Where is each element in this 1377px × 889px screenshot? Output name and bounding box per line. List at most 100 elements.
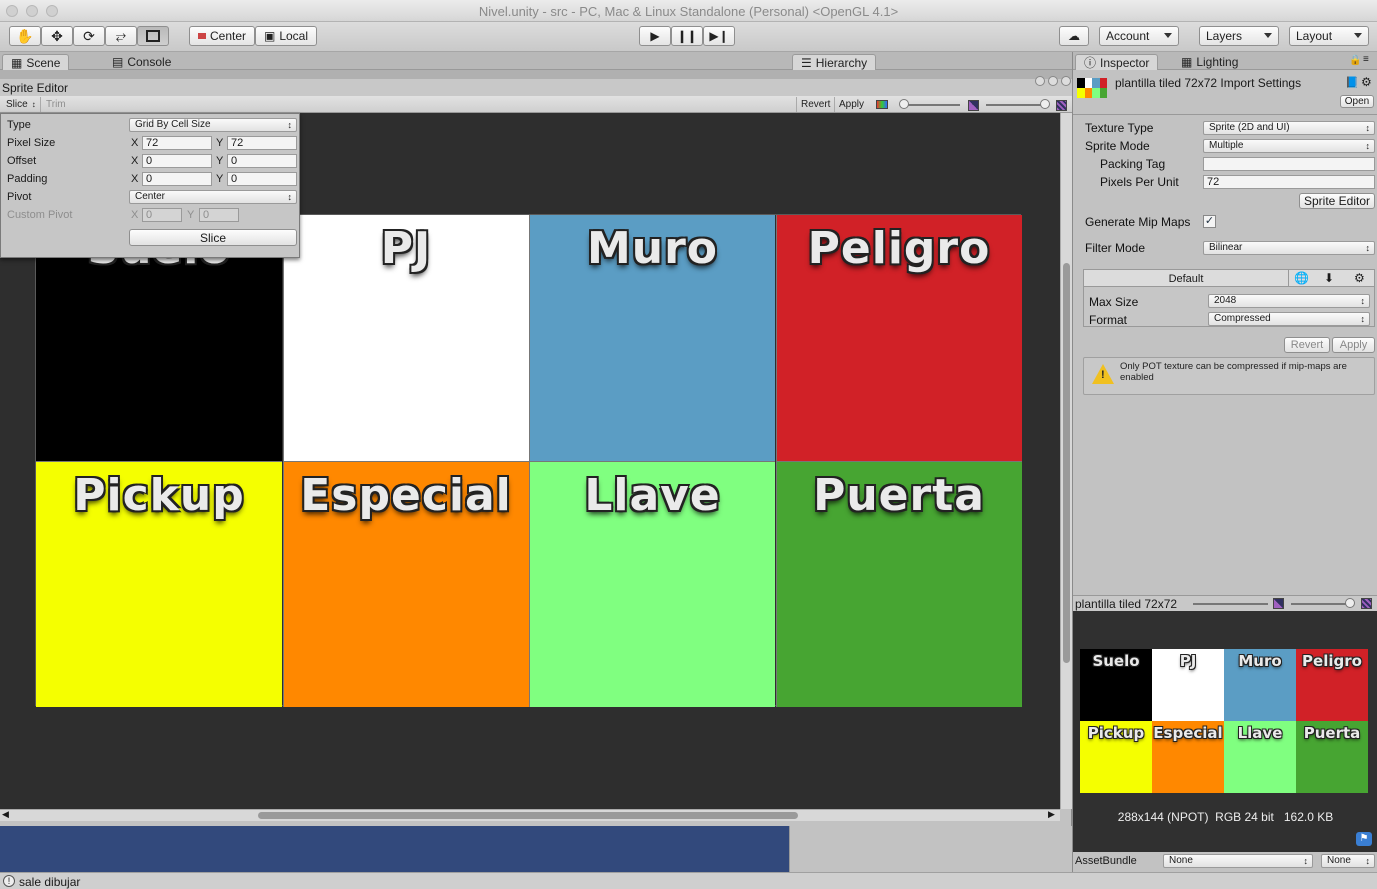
assetbundle-dropdown[interactable]: None bbox=[1163, 854, 1313, 868]
pause-button[interactable]: ❙❙ bbox=[671, 26, 703, 46]
pixel-size-y-field[interactable]: 72 bbox=[227, 136, 297, 150]
gear-icon[interactable]: ⚙ bbox=[1361, 75, 1372, 89]
inspector-apply-button[interactable]: Apply bbox=[1332, 337, 1375, 353]
revert-button[interactable]: Revert bbox=[796, 97, 834, 112]
format-dropdown[interactable]: Compressed bbox=[1208, 312, 1370, 326]
scroll-left-icon[interactable]: ◀ bbox=[2, 809, 9, 820]
rect-tool-button[interactable] bbox=[137, 26, 169, 46]
tab-scene[interactable]: ▦ Scene bbox=[2, 54, 70, 70]
filter-mode-label: Filter Mode bbox=[1085, 241, 1146, 255]
pixels-per-unit-field[interactable]: 72 bbox=[1203, 175, 1375, 189]
window-control-icon[interactable] bbox=[1048, 76, 1058, 86]
generate-mipmaps-checkbox[interactable]: ✓ bbox=[1203, 215, 1216, 228]
sprite-tile[interactable]: Peligro bbox=[775, 215, 1022, 461]
pivot-center-toggle[interactable]: Center bbox=[189, 26, 255, 46]
android-icon[interactable]: ⚙ bbox=[1354, 271, 1365, 285]
slice-dropdown[interactable]: Slice ↕ bbox=[2, 97, 41, 112]
scene-tabstrip: ▦ Scene ▤ Console ☰ Hierarchy bbox=[0, 52, 1072, 70]
preview-mip-slider-track[interactable] bbox=[1291, 603, 1351, 605]
step-button[interactable]: ▶❙ bbox=[703, 26, 735, 46]
packing-tag-field[interactable] bbox=[1203, 157, 1375, 171]
slice-button[interactable]: Slice bbox=[129, 229, 297, 246]
sprite-editor-toolbar: Slice ↕ Trim Revert Apply bbox=[0, 96, 1072, 113]
sprite-tile[interactable]: PJ bbox=[282, 215, 529, 461]
tab-console[interactable]: ▤ Console bbox=[104, 54, 179, 70]
vertical-scroll-thumb[interactable] bbox=[1063, 263, 1070, 663]
main-toolbar: ✋ ✥ ⟳ ⥂ Center ▣ Local ▶ ❙❙ ▶❙ ☁ Account… bbox=[0, 22, 1377, 52]
zoom-slider-thumb[interactable] bbox=[899, 99, 909, 109]
sprite-tile[interactable]: Pickup bbox=[36, 461, 282, 707]
preview-mip-slider-thumb[interactable] bbox=[1345, 598, 1355, 608]
max-size-dropdown[interactable]: 2048 bbox=[1208, 294, 1370, 308]
platform-tab-default[interactable]: Default bbox=[1084, 270, 1289, 287]
color-channel-icon[interactable] bbox=[876, 100, 888, 109]
window-control-icon[interactable] bbox=[1061, 76, 1071, 86]
tab-inspector[interactable]: ⓘ Inspector bbox=[1075, 54, 1159, 70]
sprite-editor-button[interactable]: Sprite Editor bbox=[1299, 193, 1375, 209]
offset-y-field[interactable]: 0 bbox=[227, 154, 297, 168]
slice-type-dropdown[interactable]: Grid By Cell Size bbox=[129, 118, 297, 132]
custom-pivot-label: Custom Pivot bbox=[7, 209, 73, 221]
scroll-right-icon[interactable]: ▶ bbox=[1048, 809, 1055, 820]
sprite-editor-title: Sprite Editor bbox=[2, 81, 69, 95]
rotate-tool-button[interactable]: ⟳ bbox=[73, 26, 105, 46]
tag-icon[interactable]: ⚑ bbox=[1356, 832, 1372, 846]
padding-label: Padding bbox=[7, 173, 48, 185]
zoom-slider-track[interactable] bbox=[900, 104, 960, 106]
sprite-tile-label: Puerta bbox=[813, 470, 985, 521]
open-button[interactable]: Open bbox=[1340, 95, 1374, 108]
help-book-icon[interactable]: 📘 bbox=[1345, 76, 1359, 89]
globe-icon[interactable]: 🌐 bbox=[1294, 271, 1309, 285]
max-size-value: 2048 bbox=[1214, 295, 1237, 306]
pixel-size-x-field[interactable]: 72 bbox=[142, 136, 212, 150]
account-dropdown[interactable]: Account bbox=[1099, 26, 1179, 46]
tab-hierarchy[interactable]: ☰ Hierarchy bbox=[792, 54, 877, 70]
inspector-revert-button[interactable]: Revert bbox=[1284, 337, 1330, 353]
horizontal-scrollbar[interactable]: ◀ ▶ bbox=[0, 809, 1060, 821]
sprite-tile[interactable]: Llave bbox=[529, 461, 775, 707]
window-control-icon[interactable] bbox=[1035, 76, 1045, 86]
sprite-tile[interactable]: Especial bbox=[282, 461, 529, 707]
download-icon[interactable]: ⬇ bbox=[1324, 271, 1334, 285]
sprite-tile[interactable]: Puerta bbox=[775, 461, 1022, 707]
assetbundle-variant-dropdown[interactable]: None bbox=[1321, 854, 1375, 868]
sprite-tile[interactable]: Muro bbox=[529, 215, 775, 461]
custom-x-label: X bbox=[131, 209, 139, 221]
padding-y-field[interactable]: 0 bbox=[227, 172, 297, 186]
preview-tile: Suelo bbox=[1080, 649, 1152, 721]
filter-mode-dropdown[interactable]: Bilinear bbox=[1203, 241, 1375, 255]
preview-tile: Puerta bbox=[1296, 721, 1368, 793]
layers-label: Layers bbox=[1206, 29, 1243, 43]
tab-lighting[interactable]: ▦ Lighting bbox=[1173, 54, 1246, 70]
sprite-sheet[interactable]: Suelo PJ Muro Peligro Pickup Especial Llave Pue… bbox=[35, 214, 1022, 707]
slice-popup: Type Grid By Cell Size Pixel Size X 72 Y… bbox=[0, 113, 300, 258]
mip-slider-thumb[interactable] bbox=[1040, 99, 1050, 109]
pivot-local-toggle[interactable]: ▣ Local bbox=[255, 26, 317, 46]
move-tool-button[interactable]: ✥ bbox=[41, 26, 73, 46]
sprite-mode-label: Sprite Mode bbox=[1085, 139, 1150, 153]
pause-icon: ❙❙ bbox=[676, 29, 698, 43]
menu-icon[interactable]: ≡ bbox=[1363, 54, 1369, 65]
layout-dropdown[interactable]: Layout bbox=[1289, 26, 1369, 46]
sprite-mode-dropdown[interactable]: Multiple bbox=[1203, 139, 1375, 153]
preview-slider-track[interactable] bbox=[1193, 603, 1268, 605]
horizontal-scroll-thumb[interactable] bbox=[258, 812, 798, 819]
asset-thumbnail bbox=[1077, 78, 1107, 98]
apply-button[interactable]: Apply bbox=[834, 97, 868, 112]
trim-button[interactable]: Trim bbox=[42, 97, 70, 112]
cloud-button[interactable]: ☁ bbox=[1059, 26, 1089, 46]
assetbundle-bar: AssetBundle None None bbox=[1073, 852, 1377, 872]
lock-icon[interactable]: 🔒 bbox=[1349, 55, 1361, 66]
padding-x-field[interactable]: 0 bbox=[142, 172, 212, 186]
layers-dropdown[interactable]: Layers bbox=[1199, 26, 1279, 46]
max-size-label: Max Size bbox=[1089, 295, 1139, 309]
play-button[interactable]: ▶ bbox=[639, 26, 671, 46]
hand-tool-button[interactable]: ✋ bbox=[9, 26, 41, 46]
mip-slider-track[interactable] bbox=[986, 104, 1046, 106]
offset-x-field[interactable]: 0 bbox=[142, 154, 212, 168]
texture-type-dropdown[interactable]: Sprite (2D and UI) bbox=[1203, 121, 1375, 135]
pivot-dropdown[interactable]: Center bbox=[129, 190, 297, 204]
tab-lighting-label: Lighting bbox=[1196, 55, 1239, 69]
vertical-scrollbar[interactable] bbox=[1060, 113, 1072, 809]
scale-tool-button[interactable]: ⥂ bbox=[105, 26, 137, 46]
